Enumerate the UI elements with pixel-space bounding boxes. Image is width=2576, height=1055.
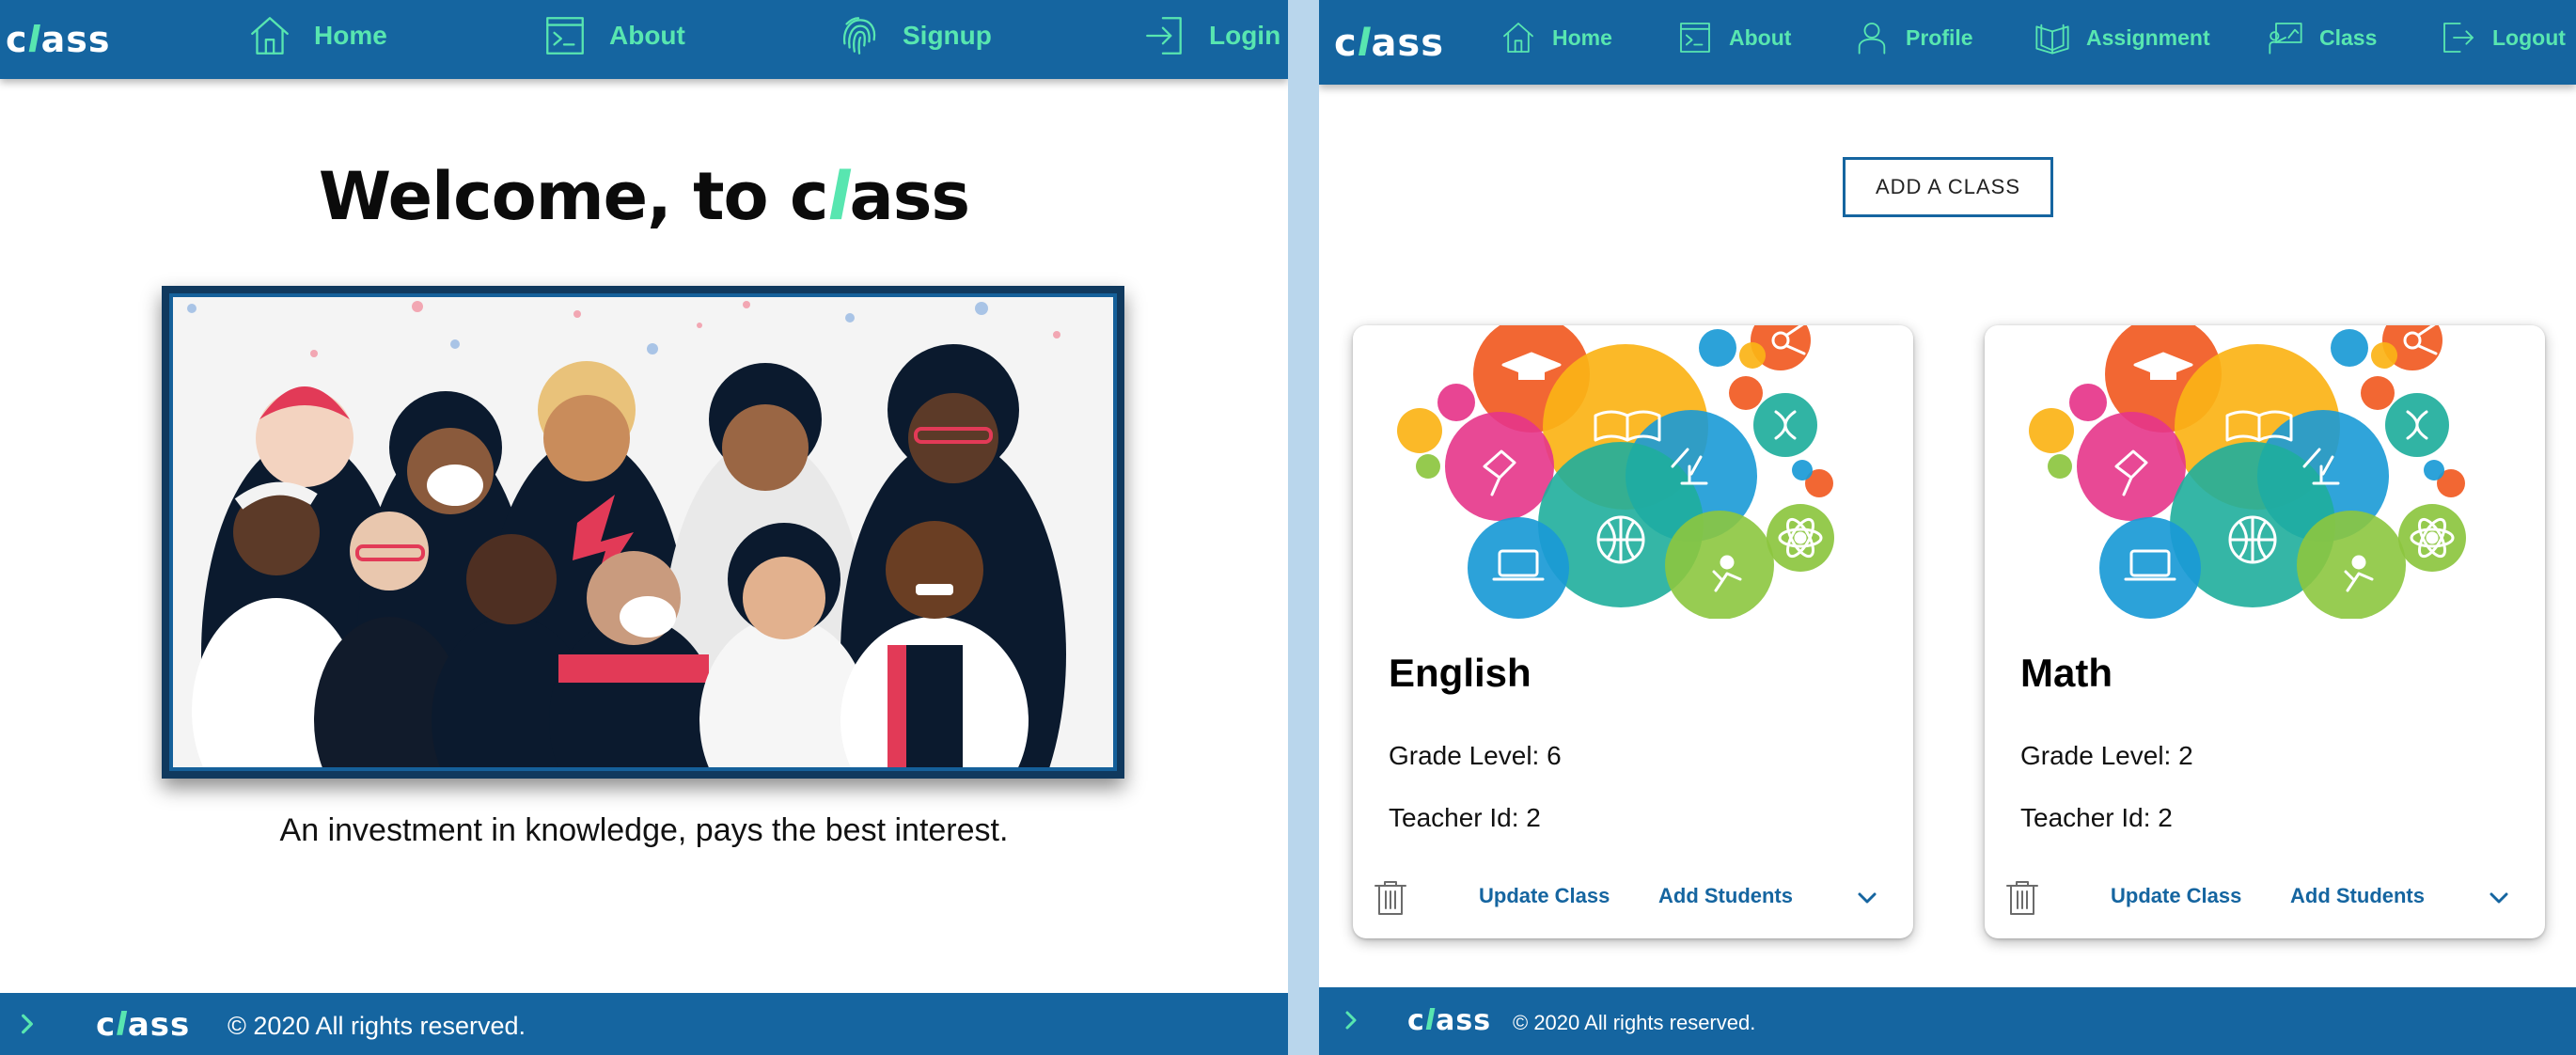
card-actions: Update Class Add Students (1985, 871, 2545, 927)
welcome-heading: Welcome, to class (318, 158, 970, 235)
top-navbar: class Home About Profile Assignment Clas… (1319, 0, 2576, 85)
footer-logo: class (1407, 1004, 1492, 1037)
grade-level: Grade Level: 2 (2020, 741, 2193, 770)
footer: class © 2020 All rights reserved. (0, 993, 1288, 1055)
nav-profile[interactable]: Profile (1853, 17, 1973, 58)
nav-signup[interactable]: Signup (835, 8, 992, 64)
terminal-icon (1680, 23, 1710, 53)
class-card-math: Math Grade Level: 2 Teacher Id: 2 Update… (1985, 325, 2545, 938)
add-class-button[interactable]: ADD A CLASS (1843, 157, 2053, 217)
nav-home[interactable]: Home (1500, 17, 1612, 58)
teacher-id: Teacher Id: 2 (2020, 803, 2173, 832)
nav-profile-label: Profile (1906, 24, 1973, 50)
chevron-right-icon[interactable] (1340, 1009, 1362, 1031)
landing-page: class Home About Signup Login Welcome, t… (0, 0, 1288, 1055)
nav-about[interactable]: About (542, 8, 685, 64)
nav-assignment-label: Assignment (2086, 24, 2210, 50)
add-students-button[interactable]: Add Students (1658, 884, 1793, 908)
user-icon (1858, 23, 1886, 55)
grade-level: Grade Level: 6 (1389, 741, 1562, 770)
fingerprint-icon (842, 17, 876, 55)
home-icon (251, 17, 289, 55)
book-icon (2035, 24, 2069, 55)
hero-image-frame (162, 286, 1124, 779)
education-bubbles-illustration (1985, 325, 2545, 619)
copyright-text: © 2020 All rights reserved. (228, 1012, 526, 1040)
nav-logout-label: Logout (2492, 24, 2566, 50)
class-name: English (1389, 651, 1531, 695)
home-icon (1503, 23, 1533, 53)
chevron-right-icon[interactable] (15, 1012, 39, 1036)
classes-page: class Home About Profile Assignment Clas… (1319, 0, 2576, 1055)
add-students-button[interactable]: Add Students (2290, 884, 2425, 908)
logout-icon (2443, 23, 2474, 53)
education-bubbles-illustration (1353, 325, 1913, 619)
footer-logo: class (96, 1006, 191, 1044)
terminal-icon (546, 17, 584, 55)
class-name: Math (2020, 651, 2113, 695)
top-navbar: class Home About Signup Login (0, 0, 1288, 79)
brand-logo[interactable]: class (1334, 22, 1444, 65)
update-class-button[interactable]: Update Class (2111, 884, 2241, 908)
presentation-icon (2269, 23, 2302, 55)
teacher-id: Teacher Id: 2 (1389, 803, 1541, 832)
trash-icon[interactable] (2002, 876, 2043, 918)
nav-logout[interactable]: Logout (2440, 17, 2566, 58)
nav-login[interactable]: Login (1141, 8, 1280, 64)
diverse-students-illustration (173, 297, 1113, 767)
trash-icon[interactable] (1370, 876, 1411, 918)
nav-home-label: Home (1552, 24, 1612, 50)
brand-logo[interactable]: class (6, 19, 110, 60)
chevron-down-icon[interactable] (2485, 884, 2513, 912)
copyright-text: © 2020 All rights reserved. (1513, 1011, 1756, 1034)
card-actions: Update Class Add Students (1353, 871, 1913, 927)
nav-signup-label: Signup (903, 21, 992, 50)
update-class-button[interactable]: Update Class (1479, 884, 1610, 908)
nav-about[interactable]: About (1676, 17, 1791, 58)
nav-class-label: Class (2319, 24, 2378, 50)
nav-home[interactable]: Home (246, 8, 387, 64)
nav-home-label: Home (314, 21, 387, 50)
nav-class[interactable]: Class (2267, 17, 2377, 58)
chevron-down-icon[interactable] (1853, 884, 1881, 912)
nav-assignment[interactable]: Assignment (2034, 17, 2210, 58)
login-icon (1146, 17, 1182, 55)
nav-about-label: About (1729, 24, 1792, 50)
tagline: An investment in knowledge, pays the bes… (279, 812, 1009, 848)
nav-login-label: Login (1209, 21, 1281, 50)
nav-about-label: About (609, 21, 685, 50)
class-card-english: English Grade Level: 6 Teacher Id: 2 Upd… (1353, 325, 1913, 938)
footer: class © 2020 All rights reserved. (1319, 987, 2576, 1055)
